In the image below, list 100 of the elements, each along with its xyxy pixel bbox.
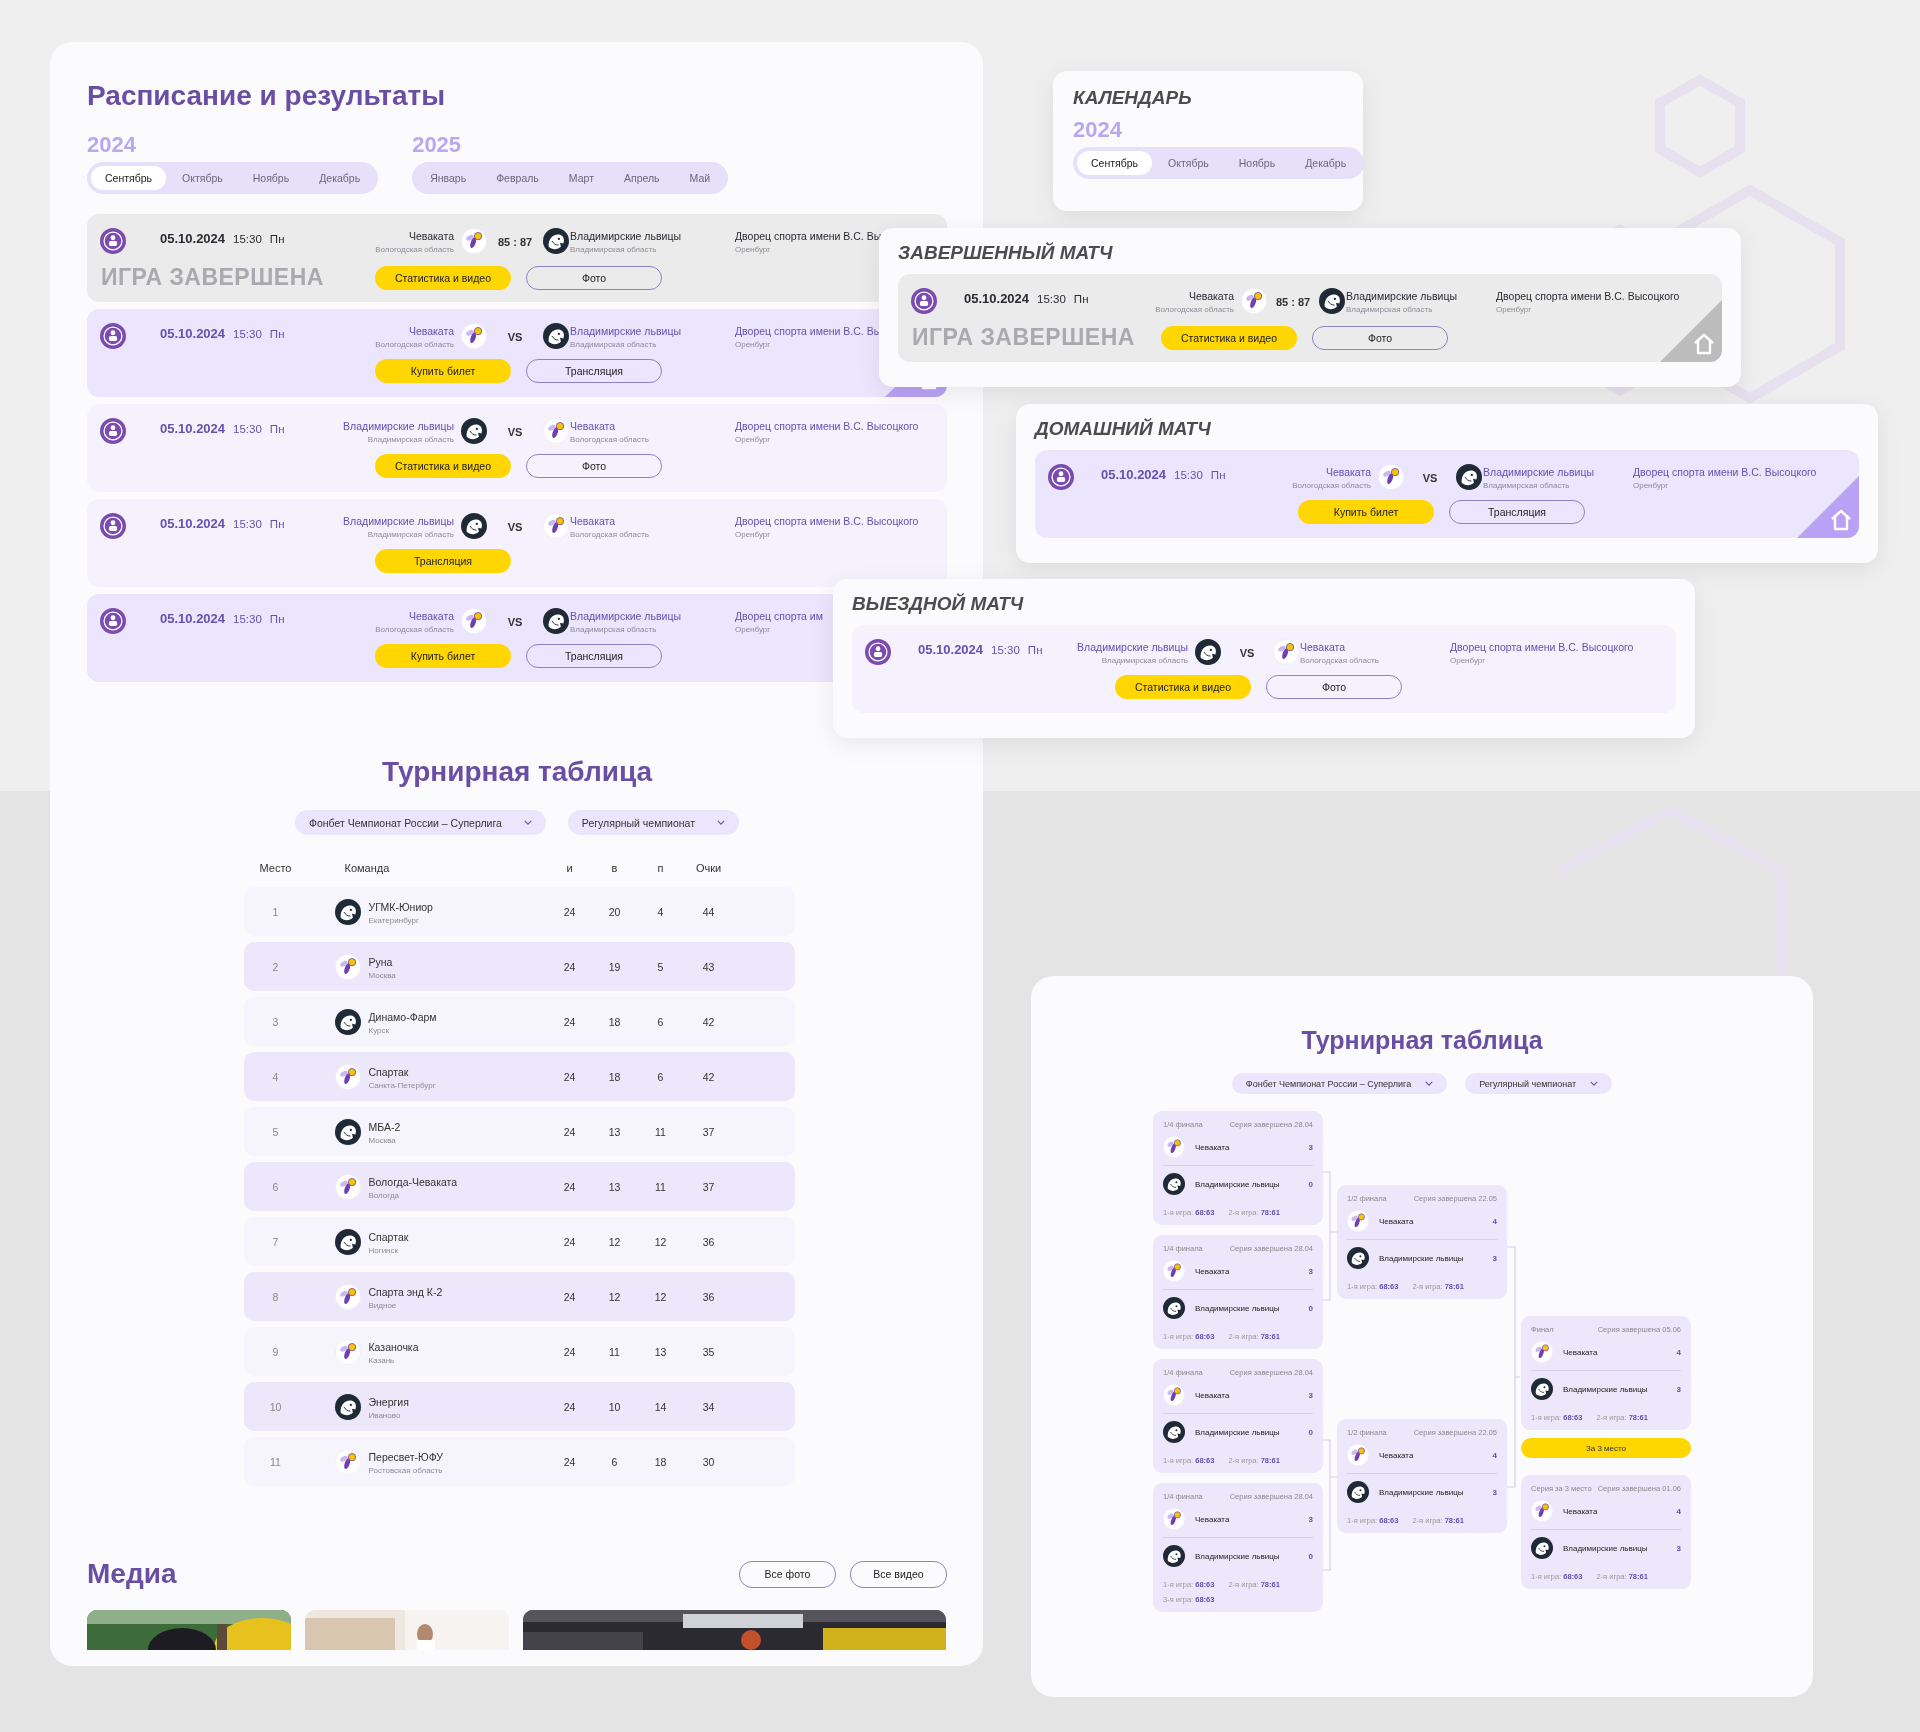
- action-button[interactable]: Купить билет: [375, 359, 511, 383]
- team-city: Иваново: [368, 1410, 401, 1420]
- team-city: Вологда: [368, 1190, 399, 1200]
- card-title: ЗАВЕРШЕННЫЙ МАТЧ: [898, 242, 1114, 264]
- team-name: Владимирские львицы: [1379, 1487, 1465, 1497]
- year-label: 2024: [87, 132, 136, 158]
- month-tab[interactable]: Апрель: [609, 166, 674, 190]
- team-city: Казань: [368, 1355, 395, 1365]
- month-tab[interactable]: Ноябрь: [238, 166, 304, 190]
- team-name: Чеваката: [1563, 1347, 1599, 1357]
- column-header: Место: [258, 862, 293, 874]
- team-region: Владимирская область: [367, 530, 454, 539]
- table-cell-text: 11: [269, 1455, 282, 1468]
- team-name: Чеваката: [1325, 466, 1371, 478]
- table-cell-text: 37: [701, 1180, 716, 1193]
- action-button[interactable]: Купить билет: [375, 644, 511, 668]
- team-city: Москва: [368, 970, 396, 980]
- table-cell-text: 5: [271, 1125, 280, 1138]
- match-time: 15:30: [991, 644, 1020, 656]
- team-city: Екатеринбург: [368, 915, 419, 925]
- team-name: Чеваката: [1563, 1506, 1599, 1516]
- month-tab[interactable]: Октябрь: [168, 166, 237, 190]
- action-button[interactable]: Статистика и видео: [1115, 675, 1251, 699]
- match-weekday: Пн: [269, 518, 285, 530]
- action-button[interactable]: Статистика и видео: [1161, 325, 1297, 350]
- team-name: Чеваката: [1195, 1142, 1231, 1152]
- team-name: Владимирские львицы: [570, 230, 681, 242]
- team-region: Вологодская область: [570, 530, 649, 539]
- team-name: Энергия: [368, 1395, 409, 1408]
- column-header: Команда: [343, 862, 391, 874]
- table-cell-text: 20: [607, 905, 622, 918]
- table-cell-text: 12: [653, 1290, 668, 1303]
- third-place-button[interactable]: За 3 место: [1521, 1438, 1691, 1458]
- table-cell-text: 2: [271, 960, 280, 973]
- team-name: Вологда-Чеваката: [368, 1175, 458, 1188]
- series-score: 3: [1308, 1266, 1313, 1276]
- section-title: Медиа: [87, 1558, 177, 1590]
- month-tab[interactable]: Сентябрь: [91, 166, 167, 190]
- table-cell-text: 11: [654, 1125, 667, 1138]
- venue-name: Дворец спорта имени В.С. Высоцкого: [1496, 290, 1680, 302]
- month-tab[interactable]: Ноябрь: [1224, 151, 1290, 175]
- action-button[interactable]: Трансляция: [375, 549, 511, 573]
- filter-dropdown[interactable]: Фонбет Чемпионат России – Суперлига: [295, 810, 546, 835]
- table-cell-text: 8: [271, 1290, 280, 1303]
- venue-city: Оренбург: [1496, 305, 1532, 314]
- table-cell-text: 24: [562, 1235, 577, 1248]
- team-name: Владимирские львицы: [1195, 1179, 1281, 1189]
- filter-dropdown[interactable]: Регулярный чемпионат: [1465, 1073, 1613, 1094]
- month-tab[interactable]: Декабрь: [1291, 151, 1361, 175]
- month-tab[interactable]: Декабрь: [305, 166, 375, 190]
- team-city: Ногинск: [368, 1245, 399, 1255]
- month-tab[interactable]: Сентябрь: [1077, 151, 1153, 175]
- action-button[interactable]: Купить билет: [1298, 500, 1434, 524]
- action-button[interactable]: Статистика и видео: [375, 265, 511, 290]
- table-cell-text: 12: [607, 1290, 622, 1303]
- team-name: Чеваката: [1195, 1266, 1231, 1276]
- table-cell-text: 10: [268, 1400, 283, 1413]
- action-button[interactable]: Статистика и видео: [375, 454, 511, 478]
- filter-dropdown[interactable]: Регулярный чемпионат: [567, 810, 739, 835]
- table-cell-text: 11: [608, 1345, 621, 1358]
- team-name: Динамо-Фарм: [368, 1010, 437, 1023]
- status-label: ИГРА ЗАВЕРШЕНА: [101, 264, 324, 290]
- series-score: 3: [1308, 1142, 1313, 1152]
- series-score: 3: [1676, 1384, 1681, 1394]
- year-label: 2025: [412, 132, 462, 158]
- series-score: 3: [1492, 1487, 1497, 1497]
- table-cell-text: 42: [701, 1070, 716, 1083]
- month-tab[interactable]: Октябрь: [1154, 151, 1223, 175]
- series-score: 3: [1492, 1253, 1497, 1263]
- table-cell-text: 1: [271, 905, 280, 918]
- team-name: Владимирские львицы: [1077, 641, 1188, 653]
- table-cell-text: 34: [701, 1400, 716, 1413]
- venue-city: Оренбург: [735, 530, 771, 539]
- versus-label: VS: [507, 331, 523, 343]
- match-time: 15:30: [1037, 293, 1066, 305]
- team-city: Санкта-Петербург: [368, 1080, 436, 1090]
- series-score: 3: [1308, 1390, 1313, 1400]
- match-weekday: Пн: [269, 423, 285, 435]
- table-cell-text: 24: [562, 1290, 577, 1303]
- table-cell-text: 11: [654, 1180, 667, 1193]
- table-cell-text: 13: [607, 1125, 622, 1138]
- series-score: 0: [1308, 1427, 1313, 1437]
- team-name: Владимирские львицы: [1563, 1384, 1649, 1394]
- venue-city: Оренбург: [735, 435, 771, 444]
- media-button[interactable]: Все видео: [850, 1560, 947, 1588]
- team-name: Чеваката: [408, 610, 454, 622]
- table-cell-text: 18: [607, 1015, 622, 1028]
- month-tab[interactable]: Февраль: [482, 166, 553, 190]
- match-weekday: Пн: [269, 613, 285, 625]
- versus-label: VS: [507, 521, 523, 533]
- team-name: Чеваката: [408, 230, 454, 242]
- team-name: Владимирские львицы: [570, 610, 681, 622]
- month-tab[interactable]: Март: [554, 166, 608, 190]
- team-name: Владимирские львицы: [1563, 1543, 1649, 1553]
- table-cell-text: 24: [562, 1070, 577, 1083]
- filter-dropdown[interactable]: Фонбет Чемпионат России – Суперлига: [1231, 1073, 1448, 1094]
- month-tab[interactable]: Май: [675, 166, 725, 190]
- month-tab[interactable]: Январь: [416, 166, 481, 190]
- team-region: Вологодская область: [570, 435, 649, 444]
- media-button[interactable]: Все фото: [739, 1560, 836, 1588]
